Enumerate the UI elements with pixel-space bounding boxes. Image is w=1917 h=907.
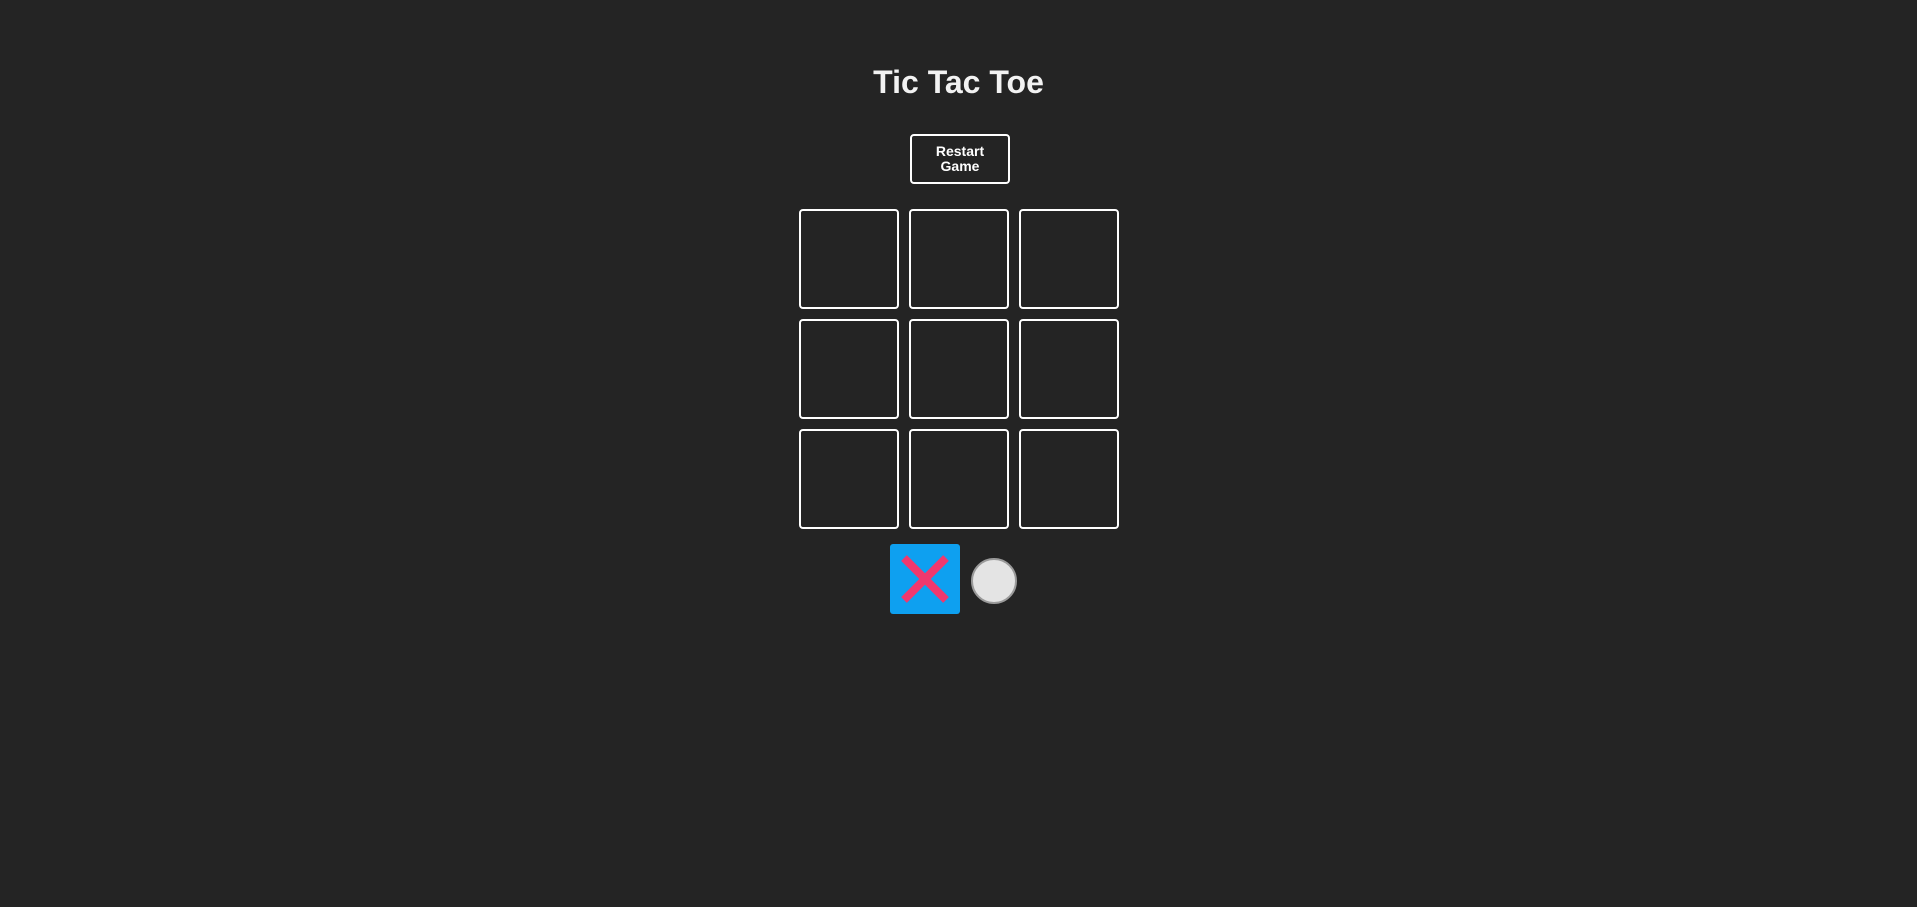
x-icon xyxy=(901,555,949,603)
game-board xyxy=(799,209,1120,530)
board-cell-3[interactable] xyxy=(1019,209,1119,309)
page-title: Tic Tac Toe xyxy=(873,64,1044,100)
restart-game-button[interactable]: Restart Game xyxy=(910,134,1010,184)
board-cell-5[interactable] xyxy=(909,319,1009,419)
board-cell-2[interactable] xyxy=(909,209,1009,309)
board-cell-8[interactable] xyxy=(909,429,1009,529)
player-x-selector[interactable] xyxy=(890,544,960,614)
game-page: Tic Tac Toe Restart Game xyxy=(0,0,1917,907)
board-cell-6[interactable] xyxy=(1019,319,1119,419)
board-cell-4[interactable] xyxy=(799,319,899,419)
board-cell-1[interactable] xyxy=(799,209,899,309)
player-o-selector[interactable] xyxy=(971,558,1017,604)
board-cell-9[interactable] xyxy=(1019,429,1119,529)
board-cell-7[interactable] xyxy=(799,429,899,529)
